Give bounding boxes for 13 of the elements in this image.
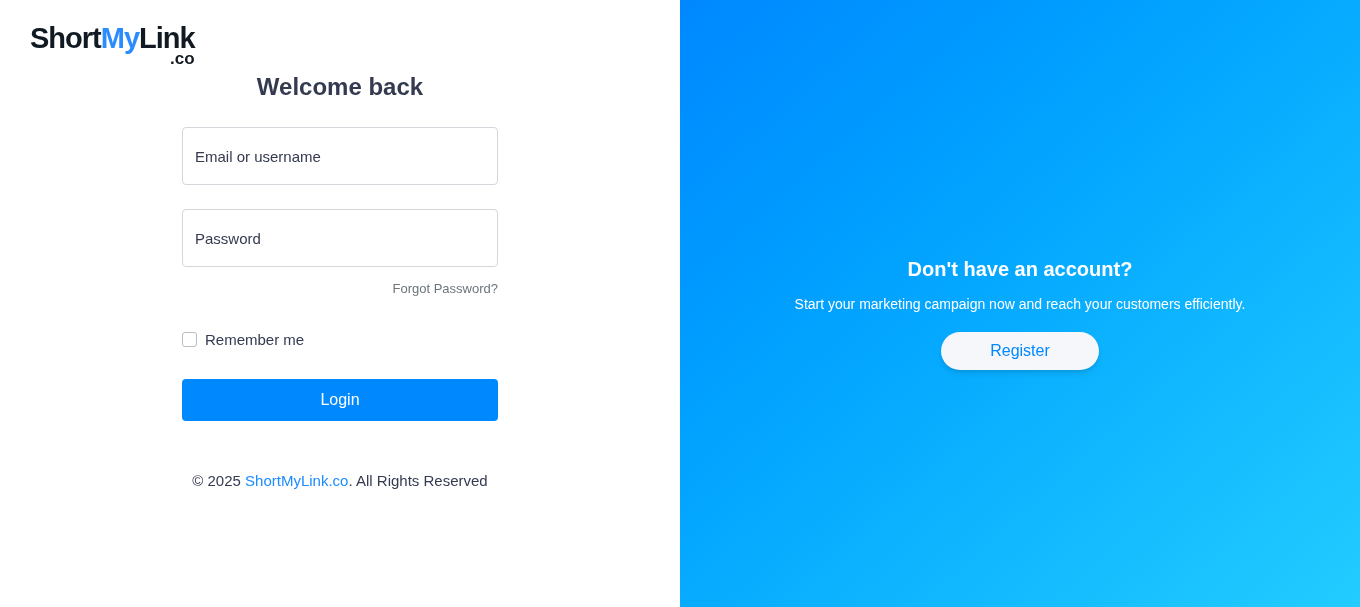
promo-heading: Don't have an account? <box>907 257 1133 282</box>
promo-text: Start your marketing campaign now and reach your customers efficiently. <box>794 295 1246 314</box>
login-heading: Welcome back <box>255 72 425 102</box>
site-link[interactable]: ShortMyLink.co <box>245 472 349 489</box>
remember-checkbox[interactable] <box>182 332 197 348</box>
input-field[interactable]: Password <box>182 209 498 267</box>
login-button[interactable]: Login <box>182 379 498 421</box>
remember-label: Remember me <box>205 329 305 350</box>
input-field[interactable]: Email or username <box>182 127 498 185</box>
copyright-text: © 2025 ShortMyLink.co. All Rights Reserved <box>192 471 488 491</box>
register-button[interactable]: Register <box>941 332 1099 370</box>
forgot-password-link[interactable]: Forgot Password? <box>392 279 498 299</box>
logo: ShortMyLink .co <box>30 24 195 67</box>
